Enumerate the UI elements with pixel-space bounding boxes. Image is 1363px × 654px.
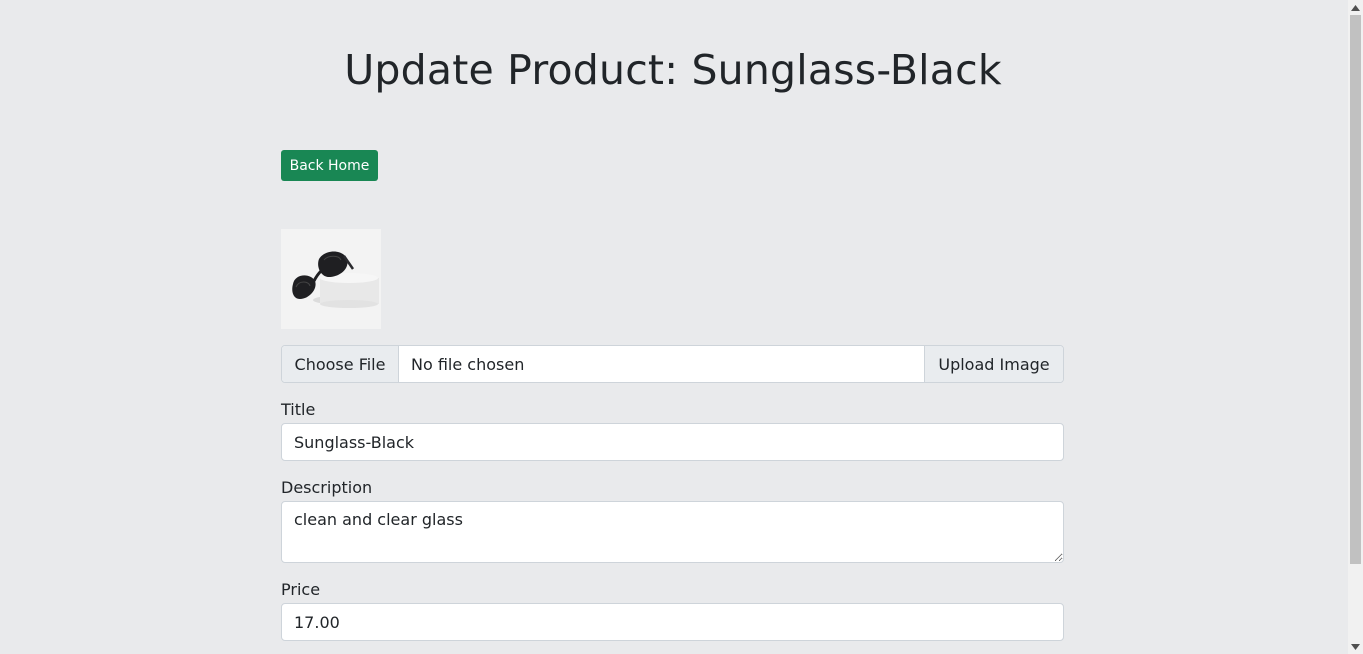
scroll-down-arrow-icon[interactable] <box>1348 639 1363 654</box>
upload-image-button[interactable]: Upload Image <box>924 346 1063 382</box>
title-input[interactable] <box>281 423 1064 461</box>
page: Update Product: Sunglass-Black Back Home… <box>0 0 1348 654</box>
file-status-text: No file chosen <box>411 354 525 374</box>
product-thumbnail <box>281 229 381 329</box>
description-textarea[interactable]: clean and clear glass <box>281 501 1064 563</box>
price-input[interactable] <box>281 603 1064 641</box>
back-home-button[interactable]: Back Home <box>281 150 378 181</box>
price-label: Price <box>281 580 321 599</box>
vertical-scrollbar[interactable] <box>1348 0 1363 654</box>
description-label: Description <box>281 478 373 497</box>
scroll-up-arrow-icon[interactable] <box>1348 0 1363 15</box>
title-label: Title <box>281 400 316 419</box>
page-title: Update Product: Sunglass-Black <box>344 46 1002 94</box>
scrollbar-thumb[interactable] <box>1350 15 1361 564</box>
image-upload-group: Choose File No file chosen Upload Image <box>281 345 1064 383</box>
sunglasses-image <box>292 251 379 308</box>
choose-file-button[interactable]: Choose File <box>282 346 399 382</box>
